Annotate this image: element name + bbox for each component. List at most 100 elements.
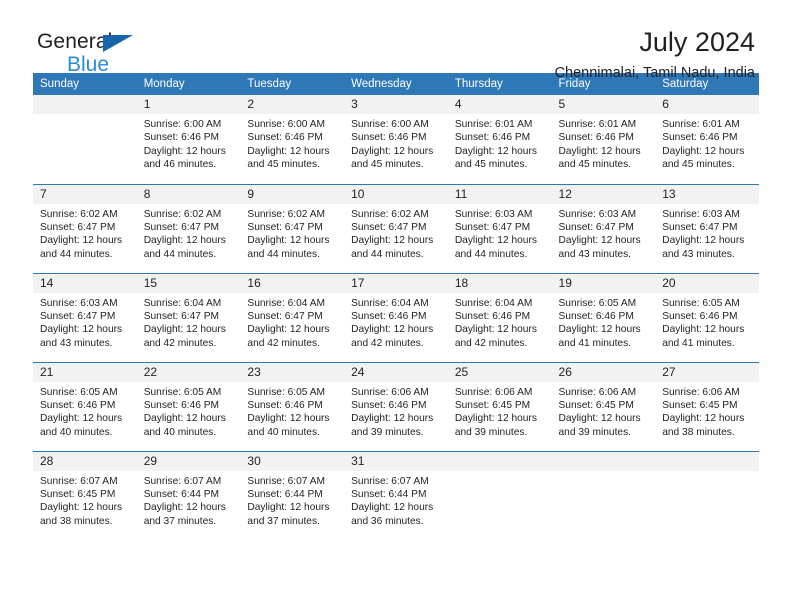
daylight-text-line2: and 39 minutes. [454, 426, 528, 438]
calendar-day-cell[interactable]: 13 Sunrise: 6:03 AM Sunset: 6:47 PM Dayligh… [655, 183, 759, 273]
calendar-day-cell[interactable]: 18 Sunrise: 6:04 AM Sunset: 6:46 PM Dayligh… [447, 272, 552, 362]
daylight-text-line2: and 45 minutes. [351, 159, 424, 171]
daylight-text-line1: Daylight: 12 hours [247, 502, 330, 514]
sunset-text: Sunset: 6:44 PM [247, 488, 323, 500]
calendar-day-cell[interactable]: 8 Sunrise: 6:02 AM Sunset: 6:47 PM Daylight… [136, 183, 241, 273]
daylight-text-line1: Daylight: 12 hours [454, 413, 537, 425]
calendar-day-cell[interactable]: 24 Sunrise: 6:06 AM Sunset: 6:46 PM Dayligh… [344, 361, 448, 451]
calendar-day-cell[interactable]: 29 Sunrise: 6:07 AM Sunset: 6:44 PM Dayligh… [136, 450, 241, 540]
daylight-text-line1: Daylight: 12 hours [351, 235, 434, 247]
calendar-day-cell[interactable]: 5 Sunrise: 6:01 AM Sunset: 6:46 PM Daylight… [551, 95, 656, 184]
day-number [551, 451, 656, 471]
sunrise-text: Sunrise: 6:05 AM [662, 297, 740, 309]
calendar-day-cell[interactable]: 10 Sunrise: 6:02 AM Sunset: 6:47 PM Dayligh… [344, 183, 448, 273]
day-details: Sunrise: 6:05 AM Sunset: 6:46 PM Daylight:… [137, 382, 241, 440]
day-details: Sunrise: 6:01 AM Sunset: 6:46 PM Daylight:… [552, 114, 656, 172]
calendar-day-cell[interactable]: 7 Sunrise: 6:02 AM Sunset: 6:47 PM Daylight… [33, 183, 137, 273]
day-details: Sunrise: 6:03 AM Sunset: 6:47 PM Daylight:… [33, 293, 137, 351]
calendar-body: 1 Sunrise: 6:00 AM Sunset: 6:46 PM Daylight… [33, 95, 759, 540]
calendar-week-row: 28 Sunrise: 6:07 AM Sunset: 6:45 PM Dayligh… [33, 450, 759, 540]
calendar-day-cell[interactable]: 6 Sunrise: 6:01 AM Sunset: 6:46 PM Daylight… [655, 95, 759, 184]
sunrise-text: Sunrise: 6:02 AM [351, 208, 429, 220]
calendar-day-cell[interactable]: 21 Sunrise: 6:05 AM Sunset: 6:46 PM Dayligh… [33, 361, 137, 451]
sunset-text: Sunset: 6:45 PM [40, 488, 116, 500]
day-details: Sunrise: 6:03 AM Sunset: 6:47 PM Daylight:… [552, 204, 656, 262]
calendar-day-cell[interactable]: 31 Sunrise: 6:07 AM Sunset: 6:44 PM Dayligh… [344, 450, 448, 540]
calendar-day-cell[interactable]: 9 Sunrise: 6:02 AM Sunset: 6:47 PM Daylight… [240, 183, 345, 273]
day-number: 5 [551, 95, 656, 114]
calendar-day-cell[interactable]: 12 Sunrise: 6:03 AM Sunset: 6:47 PM Dayligh… [551, 183, 656, 273]
sunrise-text: Sunrise: 6:04 AM [143, 297, 222, 309]
sunrise-text: Sunrise: 6:00 AM [143, 119, 222, 130]
calendar-page: General Blue July 2024 Chennimalai, Tami… [0, 0, 792, 612]
day-details: Sunrise: 6:05 AM Sunset: 6:46 PM Daylight:… [33, 382, 137, 440]
sunrise-text: Sunrise: 6:04 AM [351, 297, 429, 309]
calendar-day-cell[interactable]: 22 Sunrise: 6:05 AM Sunset: 6:46 PM Dayligh… [136, 361, 241, 451]
calendar-day-cell[interactable]: 2 Sunrise: 6:00 AM Sunset: 6:46 PM Daylight… [240, 95, 345, 184]
calendar-day-cell[interactable]: 28 Sunrise: 6:07 AM Sunset: 6:45 PM Dayligh… [33, 450, 137, 540]
daylight-text-line2: and 44 minutes. [454, 248, 528, 260]
calendar-day-cell[interactable]: 3 Sunrise: 6:00 AM Sunset: 6:46 PM Daylight… [344, 95, 448, 184]
day-number: 27 [655, 362, 759, 382]
day-number: 15 [136, 273, 241, 293]
daylight-text-line1: Daylight: 12 hours [247, 324, 330, 336]
sunset-text: Sunset: 6:47 PM [351, 221, 427, 233]
calendar-day-cell[interactable]: 16 Sunrise: 6:04 AM Sunset: 6:47 PM Dayligh… [240, 272, 345, 362]
sunrise-text: Sunrise: 6:01 AM [662, 119, 740, 130]
daylight-text-line2: and 44 minutes. [143, 248, 217, 260]
day-number: 10 [344, 184, 448, 204]
daylight-text-line1: Daylight: 12 hours [351, 413, 434, 425]
daylight-text-line1: Daylight: 12 hours [351, 145, 434, 157]
daylight-text-line2: and 45 minutes. [558, 159, 632, 171]
daylight-text-line2: and 40 minutes. [40, 426, 113, 438]
sunrise-text: Sunrise: 6:07 AM [143, 475, 222, 487]
calendar-day-cell[interactable]: 11 Sunrise: 6:03 AM Sunset: 6:47 PM Dayligh… [447, 183, 552, 273]
calendar-day-cell[interactable]: 15 Sunrise: 6:04 AM Sunset: 6:47 PM Dayligh… [136, 272, 241, 362]
sunset-text: Sunset: 6:46 PM [247, 132, 323, 144]
calendar-day-cell[interactable]: 23 Sunrise: 6:05 AM Sunset: 6:46 PM Dayligh… [240, 361, 345, 451]
calendar-day-cell[interactable]: 14 Sunrise: 6:03 AM Sunset: 6:47 PM Dayligh… [33, 272, 137, 362]
calendar-day-cell[interactable]: 1 Sunrise: 6:00 AM Sunset: 6:46 PM Daylight… [136, 95, 241, 184]
calendar-day-cell[interactable]: 30 Sunrise: 6:07 AM Sunset: 6:44 PM Dayligh… [240, 450, 345, 540]
day-number: 6 [655, 95, 759, 114]
daylight-text-line1: Daylight: 12 hours [40, 502, 123, 514]
day-number: 22 [136, 362, 241, 382]
day-number: 16 [240, 273, 345, 293]
daylight-text-line2: and 40 minutes. [247, 426, 320, 438]
daylight-text-line2: and 39 minutes. [351, 426, 424, 438]
sunrise-text: Sunrise: 6:07 AM [247, 475, 325, 487]
calendar-day-cell[interactable]: 20 Sunrise: 6:05 AM Sunset: 6:46 PM Dayligh… [655, 272, 759, 362]
day-details: Sunrise: 6:01 AM Sunset: 6:46 PM Daylight:… [448, 114, 552, 172]
daylight-text-line1: Daylight: 12 hours [143, 145, 226, 157]
day-details: Sunrise: 6:06 AM Sunset: 6:45 PM Daylight:… [552, 382, 656, 440]
sunset-text: Sunset: 6:46 PM [558, 132, 634, 144]
calendar-day-cell[interactable]: 4 Sunrise: 6:01 AM Sunset: 6:46 PM Daylight… [447, 95, 552, 184]
sunset-text: Sunset: 6:46 PM [143, 399, 220, 411]
day-number: 12 [551, 184, 656, 204]
day-number: 23 [240, 362, 345, 382]
daylight-text-line1: Daylight: 12 hours [662, 235, 745, 247]
day-details: Sunrise: 6:00 AM Sunset: 6:46 PM Daylight:… [240, 114, 344, 172]
calendar-day-cell-empty [655, 450, 759, 540]
general-blue-logo[interactable]: General Blue [37, 31, 133, 75]
calendar-day-cell[interactable]: 26 Sunrise: 6:06 AM Sunset: 6:45 PM Dayligh… [551, 361, 656, 451]
sunrise-text: Sunrise: 6:06 AM [662, 386, 740, 398]
sunset-text: Sunset: 6:46 PM [351, 310, 427, 322]
calendar-week-row: 14 Sunrise: 6:03 AM Sunset: 6:47 PM Dayligh… [33, 272, 759, 362]
day-details: Sunrise: 6:04 AM Sunset: 6:46 PM Daylight:… [344, 293, 448, 351]
calendar-day-cell[interactable]: 27 Sunrise: 6:06 AM Sunset: 6:45 PM Dayligh… [655, 361, 759, 451]
calendar-day-cell[interactable]: 25 Sunrise: 6:06 AM Sunset: 6:45 PM Dayligh… [447, 361, 552, 451]
day-number: 7 [33, 184, 137, 204]
calendar-day-cell[interactable]: 19 Sunrise: 6:05 AM Sunset: 6:46 PM Dayligh… [551, 272, 656, 362]
day-number: 14 [33, 273, 137, 293]
day-number [447, 451, 552, 471]
sunrise-text: Sunrise: 6:07 AM [351, 475, 429, 487]
daylight-text-line2: and 41 minutes. [662, 337, 735, 349]
calendar-day-cell[interactable]: 17 Sunrise: 6:04 AM Sunset: 6:46 PM Dayligh… [344, 272, 448, 362]
daylight-text-line2: and 45 minutes. [454, 159, 528, 171]
daylight-text-line1: Daylight: 12 hours [143, 324, 226, 336]
sunrise-text: Sunrise: 6:05 AM [143, 386, 222, 398]
title-block: July 2024 Chennimalai, Tamil Nadu, India [555, 26, 755, 83]
sunset-text: Sunset: 6:47 PM [40, 221, 116, 233]
daylight-text-line1: Daylight: 12 hours [247, 235, 330, 247]
